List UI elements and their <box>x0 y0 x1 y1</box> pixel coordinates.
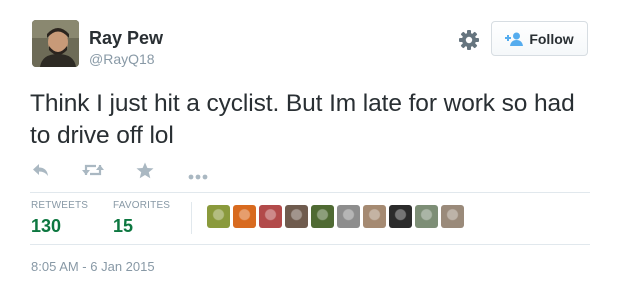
retweets-count: 130 <box>31 216 62 236</box>
favorites-count: 15 <box>113 216 134 236</box>
tweet-text: Think I just hit a cyclist. But Im late … <box>30 90 575 149</box>
favoriter-avatar[interactable] <box>441 205 464 228</box>
follow-label: Follow <box>529 30 574 47</box>
user-handle[interactable]: @RayQ18 <box>89 51 155 67</box>
favoriter-avatar[interactable] <box>207 205 230 228</box>
favoriter-avatar[interactable] <box>389 205 412 228</box>
favorites-label: FAVORITES <box>113 200 171 211</box>
follow-button[interactable]: Follow <box>491 21 588 56</box>
gear-icon[interactable] <box>458 29 480 51</box>
favoriter-avatar[interactable] <box>311 205 334 228</box>
retweet-icon[interactable] <box>82 162 104 183</box>
more-icon[interactable] <box>188 167 208 185</box>
display-name[interactable]: Ray Pew <box>89 28 163 48</box>
stats-separator <box>191 202 192 234</box>
favoriter-avatar[interactable] <box>259 205 282 228</box>
avatar[interactable] <box>32 20 79 67</box>
favoriter-avatar[interactable] <box>233 205 256 228</box>
favoriter-avatar[interactable] <box>363 205 386 228</box>
favoriters-avatars <box>207 205 464 228</box>
star-icon[interactable] <box>136 162 154 184</box>
profile-photo-icon <box>32 20 79 67</box>
timestamp[interactable]: 8:05 AM - 6 Jan 2015 <box>31 259 155 275</box>
divider-top <box>30 192 590 193</box>
add-person-icon <box>505 32 524 46</box>
favoriter-avatar[interactable] <box>285 205 308 228</box>
retweets-stat[interactable]: RETWEETS 130 <box>31 200 88 237</box>
favorites-stat[interactable]: FAVORITES 15 <box>113 200 170 237</box>
retweets-label: RETWEETS <box>31 200 89 211</box>
reply-icon[interactable] <box>32 162 50 183</box>
divider-bottom <box>30 244 590 245</box>
favoriter-avatar[interactable] <box>337 205 360 228</box>
favoriter-avatar[interactable] <box>415 205 438 228</box>
